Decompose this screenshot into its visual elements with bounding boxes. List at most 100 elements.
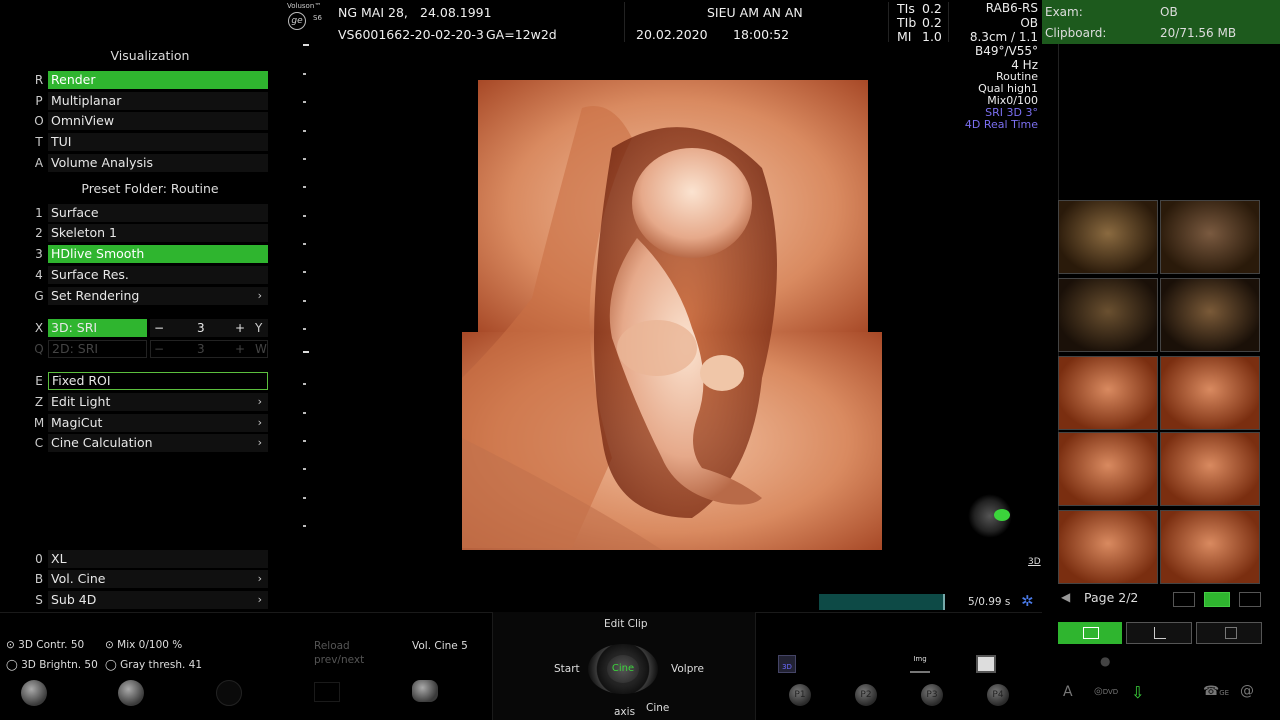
minus-icon[interactable]: − [154,319,164,337]
menu-label: XL [48,550,268,568]
chevron-right-icon: › [257,289,262,302]
clipboard-thumbnail[interactable] [1058,510,1158,584]
depth-tick [303,271,306,273]
grid-icon [1083,627,1099,639]
edit-clip-label: Edit Clip [604,618,648,630]
menu-key: B [34,572,44,586]
print-icon[interactable] [976,655,996,673]
layout-3x3-icon[interactable] [1239,592,1261,607]
volpre-label: Volpre [671,663,704,675]
radio-off-icon: ◯ [6,659,18,671]
axis-label: axis [614,706,636,718]
menu-label-text: MagiCut [51,415,103,430]
p4-button[interactable]: P4 [987,684,1009,706]
preset-item-skeleton[interactable]: 2 Skeleton 1 [30,224,270,242]
contr-label: 3D Contr. 50 [18,639,85,651]
bottom-item-xl[interactable]: 0 XL [30,550,270,568]
rendered-volume-image[interactable] [462,78,882,550]
tool-item-magicut[interactable]: M MagiCut › [30,414,270,432]
clipboard-thumbnail[interactable] [1160,432,1260,506]
menu-key: E [35,374,43,388]
menu-item-omniview[interactable]: O OmniView [30,112,270,130]
gray-label: Gray thresh. 41 [120,659,203,671]
page-prev-icon[interactable]: ◀ [1061,590,1070,604]
reload-knob [314,682,340,702]
save-volume-icon[interactable]: 3D [778,655,796,673]
mix-control[interactable]: ⊙ Mix 0/100 % [105,639,182,651]
bottom-item-vol-cine[interactable]: B Vol. Cine › [30,570,270,588]
chart-view-button[interactable] [1126,622,1192,644]
exam-value: OB [1160,5,1178,19]
menu-item-render[interactable]: R Render [30,71,270,89]
depth-tick [303,328,306,330]
sri-3d-stepper[interactable] [150,319,268,337]
menu-key: S [35,593,43,607]
exam-bar: Exam: OB Clipboard: 20/71.56 MB [1042,0,1280,44]
menu-key: X [34,321,44,335]
tool-item-edit-light[interactable]: Z Edit Light › [30,393,270,411]
chevron-right-icon: › [257,436,262,449]
cine-center-button[interactable]: Cine [607,655,639,683]
clipboard-thumbnail[interactable] [1160,356,1260,430]
tib-value: 0.2 [922,15,942,30]
bottom-item-sub-4d[interactable]: S Sub 4D › [30,591,270,609]
empty-knob[interactable] [216,680,242,706]
sri-3d-label: 3D: SRI [48,319,147,337]
preset-item-surface-res[interactable]: 4 Surface Res. [30,266,270,284]
settings-icon[interactable]: ✲ [1021,593,1037,609]
menu-label: Render [48,71,268,89]
p3-button[interactable]: P3 [921,684,943,706]
mix-knob[interactable] [118,680,144,706]
cine-progress-bar[interactable] [819,594,945,610]
menu-label: Cine Calculation › [48,434,268,452]
brightn-control[interactable]: ◯ 3D Brightn. 50 [6,659,98,671]
mode-3d-tag: 3D [1028,557,1041,567]
menu-item-tui[interactable]: T TUI [30,133,270,151]
menu-label: Skeleton 1 [48,224,268,242]
y-key: Y [255,321,263,335]
img-store-icon[interactable]: Img [910,655,930,673]
plus-icon[interactable]: + [235,319,245,337]
start-label: Start [554,663,580,675]
service-icon[interactable]: ☎GE [1203,684,1229,699]
menu-label: MagiCut › [48,414,268,432]
tool-item-cine-calculation[interactable]: C Cine Calculation › [30,434,270,452]
layout-2x2-icon[interactable] [1204,592,1230,607]
tool-item-fixed-roi[interactable]: E Fixed ROI [30,372,270,390]
depth-tick [303,440,306,442]
layout-1x1-icon[interactable] [1173,592,1195,607]
clipboard-thumbnail[interactable] [1058,278,1158,352]
preset-item-surface[interactable]: 1 Surface [30,204,270,222]
p2-button[interactable]: P2 [855,684,877,706]
email-icon[interactable]: @ [1240,683,1254,699]
menu-item-multiplanar[interactable]: P Multiplanar [30,92,270,110]
clipboard-thumbnail[interactable] [1058,432,1158,506]
menu-key: G [34,289,44,303]
w-key: W [255,342,267,356]
sri-3d-row[interactable]: X 3D: SRI − 3 + Y [30,319,270,337]
gray-control[interactable]: ◯ Gray thresh. 41 [105,659,202,671]
menu-title: Visualization [110,48,190,63]
dvd-icon[interactable]: ◎DVD [1094,686,1118,697]
clipboard-thumbnail[interactable] [1160,510,1260,584]
p1-button[interactable]: P1 [789,684,811,706]
clipboard-thumbnail[interactable] [1058,356,1158,430]
contr-control[interactable]: ⊙ 3D Contr. 50 [6,639,84,651]
chart-icon [1154,627,1166,639]
radio-off-icon: ◯ [105,659,117,671]
menu-item-volume-analysis[interactable]: A Volume Analysis [30,154,270,172]
grid-view-button[interactable] [1058,622,1122,644]
sri-2d-stepper [150,340,268,358]
checklist-button[interactable] [1196,622,1262,644]
preset-item-hdlive-smooth[interactable]: 3 HDlive Smooth [30,245,270,263]
network-icon[interactable]: ⇩ [1131,683,1144,702]
menu-label: Surface Res. [48,266,268,284]
clipboard-thumbnail[interactable] [1160,200,1260,274]
clipboard-thumbnail[interactable] [1160,278,1260,352]
img-label: Img [913,655,927,663]
preset-item-set-rendering[interactable]: G Set Rendering › [30,287,270,305]
contr-knob[interactable] [21,680,47,706]
font-icon[interactable]: A [1063,684,1073,700]
vol-cine-knob[interactable] [412,680,438,702]
clipboard-thumbnail[interactable] [1058,200,1158,274]
